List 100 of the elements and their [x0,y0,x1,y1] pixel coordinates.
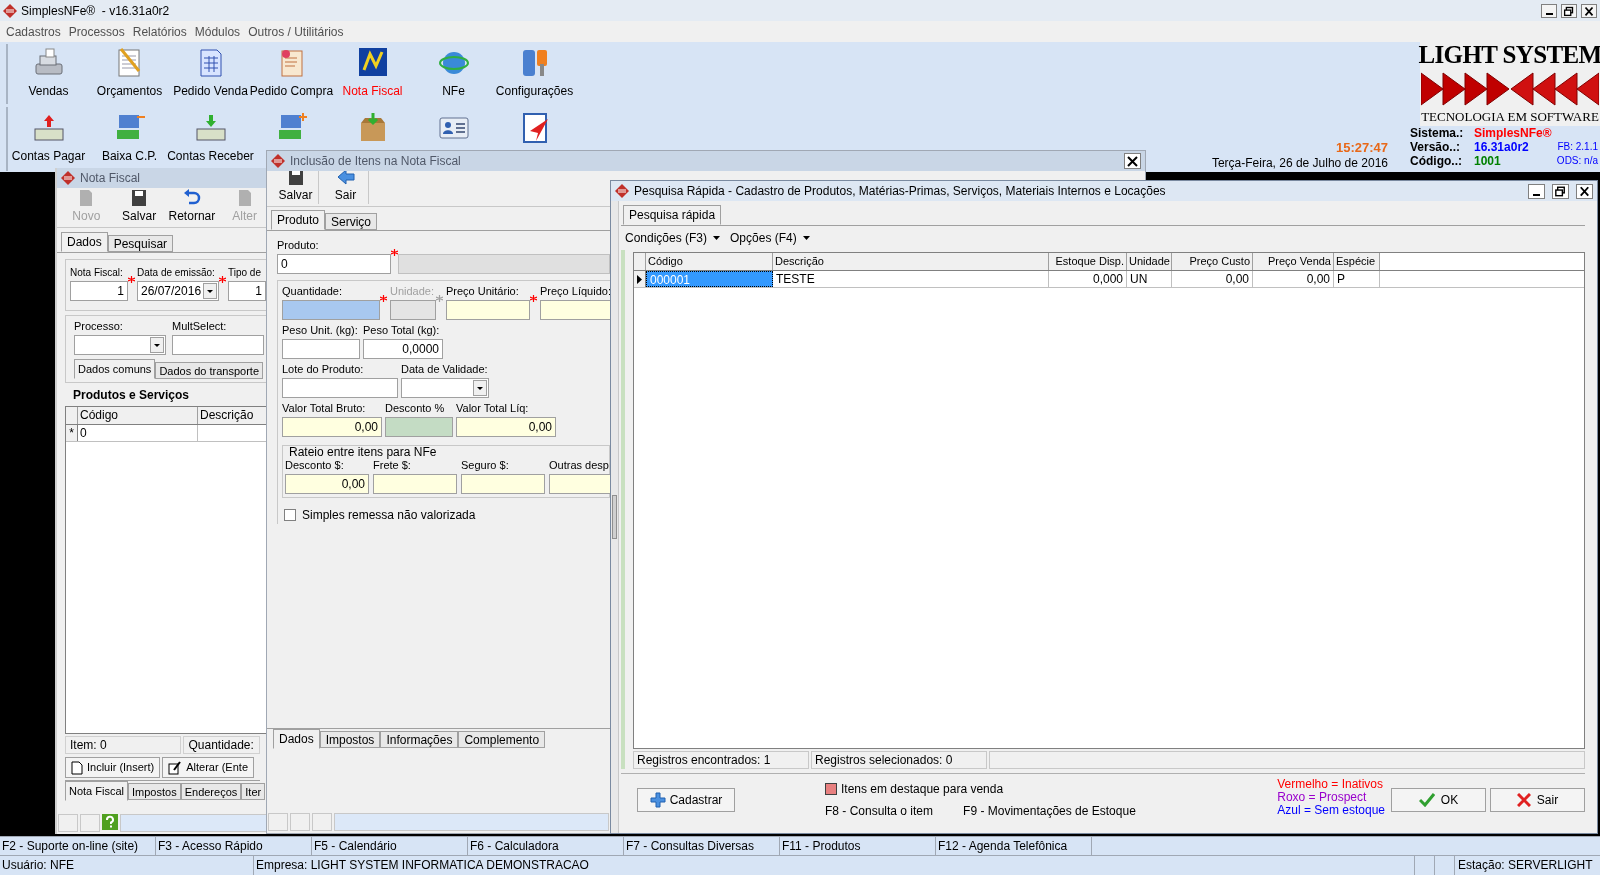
restore-icon [1553,184,1568,198]
checkbox[interactable] [284,509,296,521]
undo-arrow-icon [182,189,201,207]
action-button[interactable]: Incluir (Insert) [65,757,161,778]
close-icon [1127,155,1138,167]
tab[interactable]: Informações [380,731,459,748]
tab[interactable]: Produto [271,210,326,230]
toolbar-button[interactable]: Configurações [494,46,575,100]
column-header[interactable]: Espécie [1334,253,1380,270]
register-button[interactable]: Cadastrar [637,788,735,812]
table-cell[interactable]: P [1334,271,1380,287]
input-field[interactable] [446,300,530,320]
minimize-button[interactable] [1541,3,1557,18]
status-text: Registros selecionados: 0 [811,751,987,769]
field-label: Data de emissão: [137,266,216,279]
menu-item[interactable]: Outros / Utilitários [244,22,348,41]
field-label: MultSelect: [172,320,228,333]
toolbar-button[interactable]: Salvar [273,171,319,204]
input-field[interactable] [282,300,380,320]
tab[interactable]: Iter [241,783,266,800]
input-field[interactable]: 0,00 [285,474,369,494]
column-header[interactable]: Unidade [1127,253,1172,270]
window-title: Pesquisa Rápida - Cadastro de Produtos, Matérias-Primas, Serviços, Materiais Internos e Locações [634,183,1166,200]
dropdown-field[interactable] [401,378,489,398]
tab[interactable]: Serviço [325,213,378,230]
tab[interactable]: Dados [273,729,320,749]
date-text: Terça-Feira, 26 de Julho de 2016 [1211,155,1388,172]
dropdown-field[interactable] [74,335,166,355]
dropdown-menu[interactable]: Condições (F3) [625,229,721,247]
input-field[interactable] [549,474,610,494]
field-label: Data de Validade: [401,363,489,376]
info-label: Código..: [1410,154,1463,168]
field-label: Unidade: [390,285,436,298]
ok-button[interactable]: OK [1391,788,1486,812]
toolbar-button[interactable]: Salvar [115,189,163,225]
column-header[interactable]: Código [646,253,773,270]
checkbox-label: Simples remessa não valorizada [302,507,476,524]
action-button[interactable]: Alterar (Ente [162,757,254,778]
restore-button[interactable] [1561,3,1577,18]
column-header[interactable]: Código [78,407,198,424]
dropdown-menu[interactable]: Opções (F4) [730,229,810,247]
info-value: 16.31a0r2 [1474,140,1530,154]
toolbar-button[interactable]: Orçamentos [89,46,170,100]
tab[interactable]: Dados [61,232,108,252]
column-header[interactable]: Preço Custo [1172,253,1253,270]
toolbar-button[interactable]: Contas Pagar [8,111,89,165]
tab[interactable]: Endereços [180,783,242,800]
menu-item[interactable]: Cadastros [2,22,65,41]
close-button[interactable] [1576,183,1593,199]
input-field[interactable]: 0,00 [282,417,382,437]
shortcut-hint: F9 - Movimentações de Estoque [963,803,1136,820]
input-field[interactable] [540,300,610,320]
input-field[interactable] [172,335,264,355]
dropdown-field[interactable]: 26/07/2016 [137,281,219,301]
menu-item[interactable]: Módulos [190,22,245,41]
caret-icon [802,236,810,240]
tab[interactable]: Nota Fiscal [65,781,129,801]
toolbar-button[interactable]: Pedido Venda [170,46,251,100]
input-field[interactable] [373,474,457,494]
table-cell[interactable]: TESTE [773,271,1049,287]
input-field[interactable]: 1 [70,281,128,301]
input-field[interactable]: 0,00 [456,417,556,437]
input-field[interactable] [461,474,545,494]
table-cell[interactable]: 0,00 [1172,271,1253,287]
minimize-button[interactable] [1528,183,1545,199]
column-header[interactable]: Descrição [773,253,1049,270]
close-button[interactable] [1124,153,1141,169]
toolbar-button[interactable]: Sair [323,171,369,204]
column-header[interactable]: Preço Venda [1253,253,1334,270]
menu-item[interactable]: Processos [64,22,129,41]
toolbar-button[interactable]: Retornar [168,189,216,225]
tab[interactable]: Impostos [128,783,181,800]
toolbar-button[interactable]: Vendas [8,46,89,100]
info-note: FB: 2.1.1 [1557,140,1599,154]
tab[interactable]: Impostos [319,731,381,748]
tab[interactable]: Dados comuns [74,359,156,379]
input-field[interactable]: 1 [228,281,266,301]
tab[interactable]: Pesquisa rápida [623,205,722,225]
splitter-handle[interactable] [612,495,617,539]
field-label: Nota Fiscal: [70,266,124,279]
input-field[interactable] [282,378,398,398]
input-field[interactable]: 0,0000 [363,339,443,359]
group-title: Rateio entre itens para NFe [288,446,438,459]
close-button[interactable] [1581,3,1597,18]
restore-button[interactable] [1552,183,1569,199]
menu-item[interactable]: Relatórios [128,22,191,41]
input-field[interactable] [282,339,360,359]
app-logo-icon [271,154,285,168]
table-cell[interactable]: UN [1127,271,1172,287]
table-cell[interactable]: 0,00 [1253,271,1334,287]
toolbar-button[interactable]: NFe [413,46,494,100]
input-field[interactable]: 0 [277,254,391,274]
tab[interactable]: Dados do transporte [155,362,264,379]
column-header[interactable]: Estoque Disp. [1049,253,1127,270]
tab[interactable]: Pesquisar [107,235,174,252]
exit-button[interactable]: Sair [1490,788,1585,812]
toolbar-button[interactable]: Pedido Compra [251,46,332,100]
input-field[interactable] [385,417,453,437]
tab[interactable]: Complemento [458,731,546,748]
table-cell[interactable]: 0,000 [1049,271,1127,287]
